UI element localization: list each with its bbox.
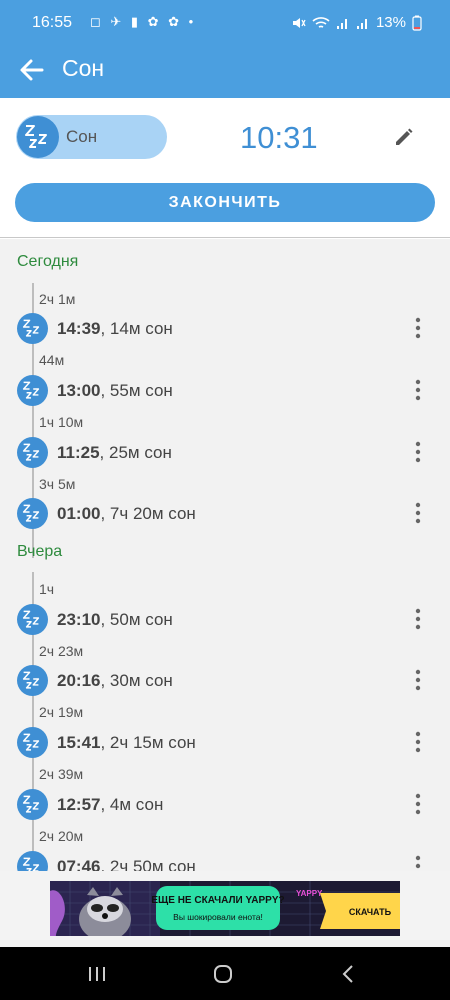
sleep-zz-icon: [17, 498, 48, 529]
sleep-entry-row[interactable]: 15:41, 2ч 15м сон: [0, 726, 450, 760]
entry-text: 01:00, 7ч 20м сон: [57, 504, 196, 524]
entry-details: , 2ч 15м сон: [100, 733, 196, 752]
back-nav-icon[interactable]: [334, 961, 364, 987]
more-vert-icon[interactable]: [408, 439, 428, 465]
gap-label: 44м: [39, 352, 65, 368]
sleep-entry-row[interactable]: 14:39, 14м сон: [0, 312, 450, 346]
entry-details: , 55м сон: [100, 381, 173, 400]
notification-icons: ◻ ✈ ▮ ✿ ✿ •: [90, 14, 197, 29]
status-bar: 16:55 ◻ ✈ ▮ ✿ ✿ • 13%: [0, 0, 450, 48]
entry-time: 23:10: [57, 610, 101, 629]
ad-subline: Вы шокировали енота!: [173, 912, 263, 922]
entry-time: 01:00: [57, 504, 101, 523]
current-sleep-panel: Сон 10:31 ЗАКОНЧИТЬ: [0, 98, 450, 238]
sleep-zz-icon: [17, 375, 48, 406]
home-icon[interactable]: [208, 961, 238, 987]
sleep-entry-row[interactable]: 20:16, 30м сон: [0, 664, 450, 698]
pencil-icon[interactable]: [392, 125, 416, 149]
entry-time: 12:57: [57, 795, 101, 814]
ad-cta: СКАЧАТЬ: [349, 907, 392, 917]
entry-text: 13:00, 55м сон: [57, 381, 173, 401]
entry-text: 07:46, 2ч 50м сон: [57, 857, 196, 871]
ad-brand: YAPPY: [296, 889, 323, 898]
sleep-zz-icon: [17, 665, 48, 696]
mute-icon: [292, 17, 306, 28]
day-header-yesterday: Вчера: [17, 543, 63, 560]
sleep-history-list[interactable]: Сегодня 2ч 1м 14:39, 14м сон 44м 13:00, …: [0, 239, 450, 871]
finish-button[interactable]: ЗАКОНЧИТЬ: [15, 183, 435, 222]
sleep-entry-row[interactable]: 13:00, 55м сон: [0, 374, 450, 408]
sleep-mode-toggle[interactable]: Сон: [16, 115, 167, 159]
entry-details: , 2ч 50м сон: [100, 857, 196, 871]
sleep-zz-icon: [17, 727, 48, 758]
entry-text: 14:39, 14м сон: [57, 319, 173, 339]
more-vert-icon[interactable]: [408, 667, 428, 693]
more-vert-icon[interactable]: [408, 791, 428, 817]
gap-label: 2ч 20м: [39, 828, 84, 844]
sleep-zz-icon: [17, 313, 48, 344]
entry-details: , 4м сон: [100, 795, 164, 814]
day-header-today: Сегодня: [17, 253, 79, 270]
entry-details: , 30м сон: [100, 671, 173, 690]
sleep-zz-icon: [17, 789, 48, 820]
entry-time: 14:39: [57, 319, 101, 338]
sleep-zz-icon: [17, 604, 48, 635]
entry-details: , 14м сон: [100, 319, 173, 338]
entry-time: 13:00: [57, 381, 101, 400]
sleep-entry-row[interactable]: 11:25, 25м сон: [0, 436, 450, 470]
status-time: 16:55: [32, 14, 73, 31]
sleep-entry-row[interactable]: 23:10, 50м сон: [0, 603, 450, 637]
ad-banner[interactable]: ЕЩЕ НЕ СКАЧАЛИ YAPPY? Вы шокировали енот…: [50, 881, 400, 936]
sleep-entry-row[interactable]: 12:57, 4м сон: [0, 788, 450, 822]
entry-time: 07:46: [57, 857, 101, 871]
ad-headline: ЕЩЕ НЕ СКАЧАЛИ YAPPY?: [151, 895, 284, 906]
sleep-zz-icon: [17, 437, 48, 468]
signal-icon-2: [356, 18, 367, 29]
entry-time: 11:25: [57, 443, 100, 462]
entry-details: , 50м сон: [100, 610, 173, 629]
system-nav-bar: [0, 947, 450, 1000]
ad-area: ЕЩЕ НЕ СКАЧАЛИ YAPPY? Вы шокировали енот…: [0, 871, 450, 947]
more-vert-icon[interactable]: [408, 377, 428, 403]
gap-label: 1ч 10м: [39, 414, 84, 430]
entry-text: 11:25, 25м сон: [57, 443, 172, 463]
more-vert-icon[interactable]: [408, 606, 428, 632]
more-vert-icon[interactable]: [408, 853, 428, 871]
gap-label: 3ч 5м: [39, 476, 76, 492]
entry-details: , 25м сон: [99, 443, 172, 462]
entry-text: 15:41, 2ч 15м сон: [57, 733, 196, 753]
entry-text: 20:16, 30м сон: [57, 671, 173, 691]
page-title: Сон: [62, 55, 105, 81]
sleep-entry-row[interactable]: 07:46, 2ч 50м сон: [0, 850, 450, 871]
sleep-timer: 10:31: [240, 120, 318, 155]
gap-label: 2ч 23м: [39, 643, 84, 659]
entry-text: 23:10, 50м сон: [57, 610, 173, 630]
gap-label: 1ч: [39, 581, 55, 597]
recent-apps-icon[interactable]: [82, 961, 112, 987]
wifi-icon: [312, 16, 330, 28]
entry-time: 20:16: [57, 671, 101, 690]
sleep-zz-icon: [17, 851, 48, 871]
signal-icon: [336, 18, 347, 29]
more-vert-icon[interactable]: [408, 500, 428, 526]
gap-label: 2ч 19м: [39, 704, 84, 720]
app-bar: Сон: [0, 48, 450, 98]
entry-details: , 7ч 20м сон: [100, 504, 196, 523]
sleep-entry-row[interactable]: 01:00, 7ч 20м сон: [0, 497, 450, 531]
gap-label: 2ч 1м: [39, 291, 76, 307]
sleep-mode-label: Сон: [66, 127, 98, 146]
battery-percent: 13%: [375, 14, 406, 31]
more-vert-icon[interactable]: [408, 729, 428, 755]
entry-time: 15:41: [57, 733, 101, 752]
back-arrow-icon[interactable]: [16, 54, 48, 86]
entry-text: 12:57, 4м сон: [57, 795, 163, 815]
sleep-zz-icon: [17, 116, 59, 158]
gap-label: 2ч 39м: [39, 766, 84, 782]
battery-icon: [412, 15, 422, 31]
status-right: 13%: [290, 14, 422, 31]
more-vert-icon[interactable]: [408, 315, 428, 341]
